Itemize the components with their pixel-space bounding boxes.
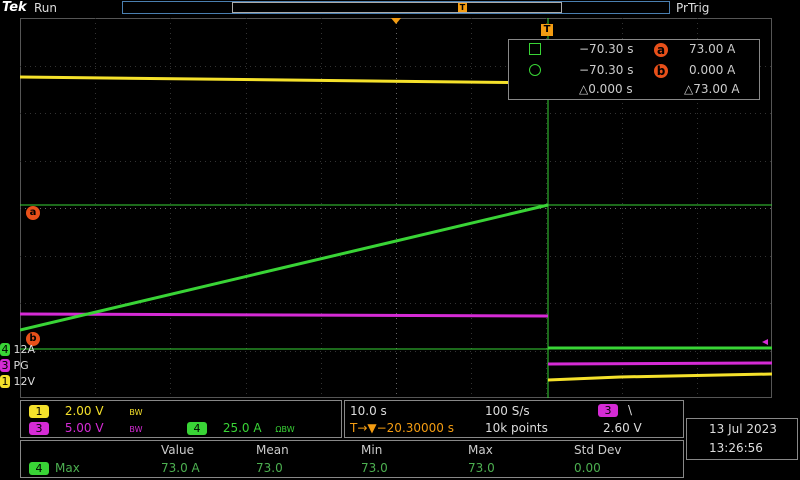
timebase-panel[interactable]: 10.0 s 100 S/s 3 \ T→▼−20.30000 s 10k po… <box>344 400 684 438</box>
ch1-waveform-after <box>547 372 772 382</box>
trigger-slope-icon: \ <box>628 403 633 417</box>
top-status-bar: Tek Run T PrTrig <box>0 0 800 16</box>
datetime-panel[interactable]: 13 Jul 2023 13:26:56 <box>686 418 798 460</box>
meas-header-value: Value <box>161 443 194 457</box>
cursor1-value: 73.00 A <box>689 42 736 56</box>
trigger-source-badge: 3 <box>598 404 618 417</box>
cursor2-circle-icon <box>529 64 541 76</box>
meas-header-mean: Mean <box>256 443 289 457</box>
trigger-time-icon: T <box>541 24 553 36</box>
cursor1-time: −70.30 s <box>579 42 634 56</box>
ch1-tag[interactable]: 1 12V <box>0 375 35 388</box>
ch4-waveform <box>20 203 549 332</box>
meas-value: 73.0 A <box>161 461 200 475</box>
cursor-b-icon: b <box>654 64 668 78</box>
meas-header-max: Max <box>468 443 493 457</box>
acquisition-state[interactable]: Run <box>34 1 57 15</box>
trigger-position-icon <box>391 18 401 24</box>
meas-header-min: Min <box>361 443 383 457</box>
meas-name: Max <box>55 461 80 475</box>
meas-stddev: 0.00 <box>574 461 601 475</box>
trigger-position: T→▼−20.30000 s <box>350 421 454 435</box>
cursor-a-left-marker[interactable]: a <box>26 206 40 220</box>
ch4-tag[interactable]: 4 12A <box>0 343 35 356</box>
record-trigger-icon: T <box>458 3 467 12</box>
cursor2-time: −70.30 s <box>579 63 634 77</box>
ch1-scale[interactable]: 1 2.00 V BW <box>29 404 143 418</box>
cursor-delta-time: △0.000 s <box>579 82 633 96</box>
meas-min: 73.0 <box>361 461 388 475</box>
meas-max: 73.0 <box>468 461 495 475</box>
cursor2-value: 0.000 A <box>689 63 736 77</box>
trigger-level: 2.60 V <box>603 421 642 435</box>
cursor-a-icon: a <box>654 43 668 57</box>
record-length: 10k points <box>485 421 548 435</box>
meas-channel-badge: 4 <box>29 462 49 475</box>
ch3-scale[interactable]: 3 5.00 V BW <box>29 421 143 435</box>
brand-logo: Tek <box>2 0 27 15</box>
ch3-tag[interactable]: 3 PG <box>0 359 29 372</box>
cursor-readout-box[interactable]: −70.30 s a 73.00 A −70.30 s b 0.000 A △0… <box>508 39 760 100</box>
channel-scale-panel[interactable]: 1 2.00 V BW 3 5.00 V BW 4 25.0 A ΩBW <box>20 400 342 438</box>
ch3-waveform-after <box>547 361 772 366</box>
trigger-level-icon <box>762 339 768 345</box>
ch3-waveform <box>20 312 549 318</box>
cursor-delta-value: △73.00 A <box>684 82 740 96</box>
time: 13:26:56 <box>709 441 763 455</box>
sample-rate: 100 S/s <box>485 404 530 418</box>
record-view-window[interactable] <box>232 2 562 13</box>
ch1-waveform <box>20 75 549 85</box>
cursor1-square-icon <box>529 43 541 55</box>
date: 13 Jul 2023 <box>709 422 777 436</box>
meas-mean: 73.0 <box>256 461 283 475</box>
measurement-panel[interactable]: Value Mean Min Max Std Dev 4 Max 73.0 A … <box>20 440 684 478</box>
trigger-state[interactable]: PrTrig <box>676 1 709 15</box>
ch4-scale[interactable]: 4 25.0 A ΩBW <box>187 421 295 435</box>
meas-header-stddev: Std Dev <box>574 443 622 457</box>
time-per-div: 10.0 s <box>350 404 387 418</box>
